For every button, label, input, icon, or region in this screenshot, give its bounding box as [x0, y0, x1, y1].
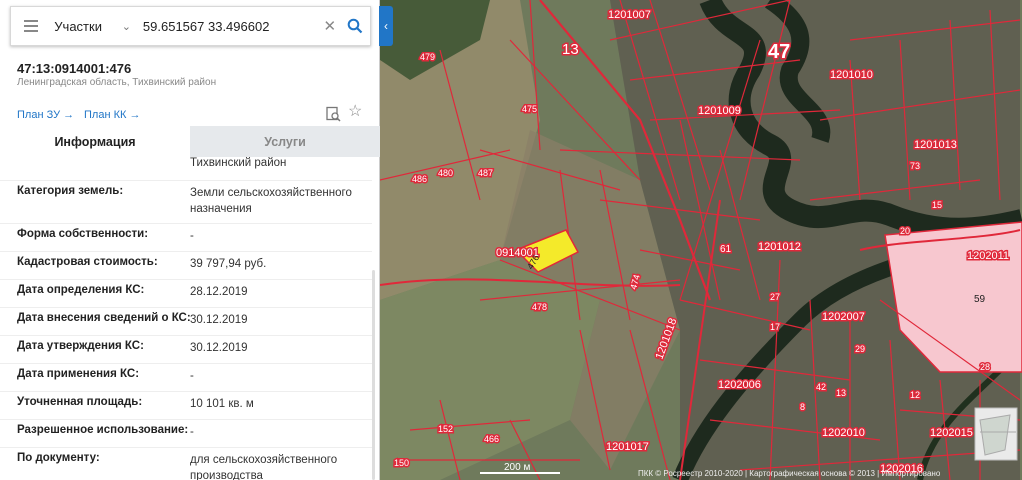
parcel-label: 480: [438, 168, 453, 178]
parcel-label: 17: [770, 322, 780, 332]
info-label: Форма собственности:: [17, 228, 149, 240]
search-icon[interactable]: [341, 6, 370, 46]
parcel-label: 475: [522, 104, 537, 114]
map-canvas[interactable]: 13 47 1201007 1201010 1201009 1201013 12…: [380, 0, 1022, 480]
region-text: Ленинградская область, Тихвинский район: [17, 77, 217, 88]
clear-icon[interactable]: ✕: [319, 17, 341, 35]
plan-kk-link[interactable]: План КК →: [84, 109, 140, 121]
info-label: Дата внесения сведений о КС:: [17, 312, 191, 324]
quarter-label: 1201013: [914, 139, 957, 151]
parcel-label: 28: [980, 362, 990, 372]
search-bar: Участки ⌄ ✕: [10, 6, 371, 46]
info-row: Дата определения КС: 28.12.2019: [0, 279, 372, 307]
info-panel: 47:13:0914001:476 Ленинградская область,…: [0, 0, 393, 480]
info-label: Уточненная площадь:: [17, 396, 143, 408]
parcel-label: 73: [910, 161, 920, 171]
parcel-label: 479: [420, 52, 435, 62]
info-row: Форма собственности: -: [0, 223, 372, 251]
region-continuation: Тихвинский район: [190, 157, 287, 169]
info-row: Дата применения КС: -: [0, 363, 372, 391]
layer-select-value: Участки: [54, 18, 102, 34]
quarter-label: 1201007: [608, 9, 651, 21]
info-value: 30.12.2019: [190, 342, 248, 354]
cadastral-number: 47:13:0914001:476: [17, 61, 132, 76]
parcel-label: 61: [720, 244, 732, 255]
info-value: 39 797,94 руб.: [190, 258, 267, 270]
layer-select[interactable]: Участки ⌄: [50, 6, 137, 46]
parcel-label: 13: [836, 388, 846, 398]
parcel-label: 487: [478, 168, 493, 178]
parcel-label: 8: [800, 402, 805, 412]
info-row: По документу: для сельскохозяйственного …: [0, 447, 372, 480]
info-label: Разрешенное использование:: [17, 424, 189, 436]
quarter-label: 1202015: [930, 427, 973, 439]
plan-zu-link[interactable]: План ЗУ →: [17, 109, 74, 121]
quarter-label: 1201012: [758, 241, 801, 253]
info-label: Кадастровая стоимость:: [17, 256, 158, 268]
tab-information[interactable]: Информация: [0, 126, 190, 157]
cadastral-map[interactable]: 13 47 1201007 1201010 1201009 1201013 12…: [380, 0, 1022, 480]
info-value: 10 101 кв. м: [190, 398, 254, 410]
info-value: Земли сельскохозяйственного назначения: [190, 187, 352, 215]
info-label: Дата определения КС:: [17, 284, 145, 296]
info-value: -: [190, 230, 194, 242]
parcel-label: 478: [532, 302, 547, 312]
parcel-label: 20: [900, 226, 910, 236]
quarter-label: 1201017: [606, 441, 649, 453]
parcel-label: 466: [484, 434, 499, 444]
parcel-label: 27: [770, 292, 780, 302]
tab-services[interactable]: Услуги: [190, 126, 380, 157]
info-value: 30.12.2019: [190, 314, 248, 326]
document-search-icon[interactable]: [325, 106, 341, 122]
info-label: Дата утверждения КС:: [17, 340, 144, 352]
info-row: Уточненная площадь: 10 101 кв. м: [0, 391, 372, 419]
scrollbar[interactable]: [372, 270, 375, 480]
parcel-label: 15: [932, 200, 942, 210]
info-row: Разрешенное использование: -: [0, 419, 372, 447]
quarter-label: 1201010: [830, 69, 873, 81]
road-label-13: 13: [562, 41, 579, 58]
parcel-label: 42: [816, 382, 826, 392]
quarter-label: 1202011: [967, 250, 1009, 262]
info-label: По документу:: [17, 452, 100, 464]
map-attribution: ПКК © Росреестр 2010-2020 | Картографиче…: [638, 469, 941, 478]
quarter-label: 1202007: [822, 311, 865, 323]
svg-text:200 м: 200 м: [504, 462, 530, 473]
info-label: Категория земель:: [17, 185, 124, 197]
app: 13 47 1201007 1201010 1201009 1201013 12…: [0, 0, 1022, 480]
parcel-label: 150: [394, 458, 409, 468]
quarter-label: 1202006: [718, 379, 761, 391]
info-label: Дата применения КС:: [17, 368, 140, 380]
info-row: Дата утверждения КС: 30.12.2019: [0, 335, 372, 363]
parcel-label: 29: [855, 344, 865, 354]
search-input[interactable]: [136, 11, 319, 41]
info-value: 28.12.2019: [190, 286, 248, 298]
info-row: Категория земель: Земли сельскохозяйстве…: [0, 180, 372, 226]
parcel-label: 152: [438, 424, 453, 434]
info-value: -: [190, 426, 194, 438]
info-value: -: [190, 370, 194, 382]
info-row: Кадастровая стоимость: 39 797,94 руб.: [0, 251, 372, 279]
favorite-star-icon[interactable]: ☆: [348, 104, 362, 120]
chevron-down-icon: ⌄: [121, 20, 131, 33]
hamburger-menu-icon[interactable]: [11, 6, 50, 46]
road-label-47: 47: [768, 41, 790, 63]
quarter-label: 1201009: [698, 105, 741, 117]
info-value: для сельскохозяйственного производства: [190, 454, 338, 480]
parcel-label: 486: [412, 174, 427, 184]
collapse-panel-button[interactable]: ‹: [379, 6, 393, 46]
parcel-label: 12: [910, 390, 920, 400]
tab-bar: Информация Услуги: [0, 126, 380, 157]
overview-minimap[interactable]: [974, 407, 1018, 461]
info-row: Дата внесения сведений о КС: 30.12.2019: [0, 307, 372, 335]
quarter-label: 1202010: [822, 427, 865, 439]
parcel-label: 59: [974, 294, 986, 305]
info-list: Тихвинский район Категория земель: Земли…: [0, 157, 380, 480]
